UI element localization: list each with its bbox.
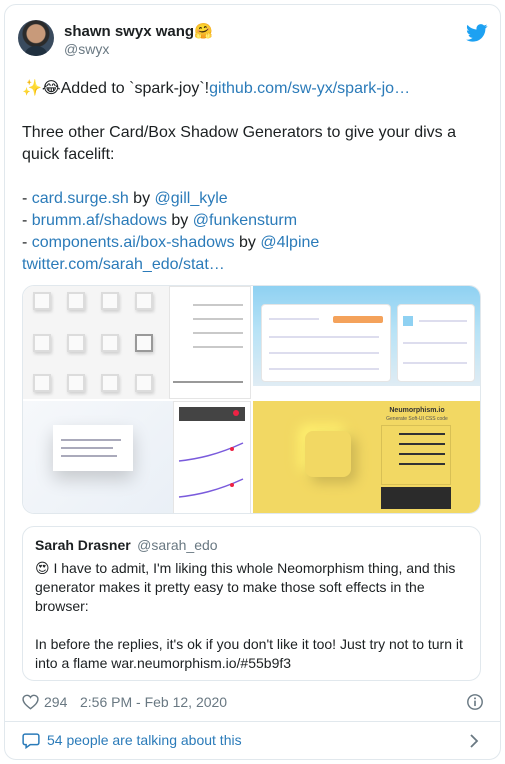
by-text: by xyxy=(166,212,193,229)
divider xyxy=(4,721,501,722)
tweet-header: shawn swyx wang🤗 @swyx xyxy=(18,20,488,62)
tweet-intro: Three other Card/Box Shadow Generators t… xyxy=(22,124,456,163)
timestamp[interactable]: 2:56 PM - Feb 12, 2020 xyxy=(80,694,227,710)
mention-gill-kyle[interactable]: @gill_kyle xyxy=(155,190,228,207)
by-text: by xyxy=(128,190,155,207)
media-image-neumorphism[interactable]: Neumorphism.io Generate Soft-UI CSS code xyxy=(253,401,480,513)
tweet-line-1: ✨😂Added to `spark-joy`!github.com/sw-yx/… xyxy=(22,78,487,100)
talking-count-link[interactable]: 54 people are talking about this xyxy=(47,732,242,748)
list-bullet: - xyxy=(22,190,32,207)
list-bullet: - xyxy=(22,234,32,251)
mention-funkensturm[interactable]: @funkensturm xyxy=(193,212,297,229)
components-ai-link[interactable]: components.ai/box-shadows xyxy=(32,234,235,251)
list-bullet: - xyxy=(22,212,32,229)
quoted-tweet-link[interactable]: twitter.com/sarah_edo/stat… xyxy=(22,256,225,273)
card-surge-link[interactable]: card.surge.sh xyxy=(32,190,129,207)
like-count[interactable]: 294 xyxy=(44,694,67,710)
quoted-author-handle: @sarah_edo xyxy=(137,537,218,553)
media-grid[interactable]: Neumorphism.io Generate Soft-UI CSS code xyxy=(22,285,481,514)
tweet-line-1-text: ✨😂Added to `spark-joy`! xyxy=(22,80,210,97)
twitter-bird-icon[interactable] xyxy=(466,24,488,42)
neumorphism-title: Neumorphism.io xyxy=(389,407,445,414)
heart-icon[interactable] xyxy=(22,694,39,710)
quoted-author-name: Sarah Drasner xyxy=(35,537,131,553)
media-image-card-surge[interactable] xyxy=(23,286,251,399)
mention-4lpine[interactable]: @4lpine xyxy=(260,234,319,251)
avatar[interactable] xyxy=(18,20,54,56)
quoted-tweet-header: Sarah Drasner @sarah_edo xyxy=(35,537,468,555)
quoted-paragraph-2: In before the replies, it's ok if you do… xyxy=(35,636,463,671)
media-image-components-ai[interactable] xyxy=(23,401,251,513)
quoted-tweet-body: 😍 I have to admit, I'm liking this whole… xyxy=(35,559,468,673)
quoted-paragraph-1: 😍 I have to admit, I'm liking this whole… xyxy=(35,560,456,614)
chevron-right-icon[interactable] xyxy=(468,733,480,749)
tweet-body: ✨😂Added to `spark-joy`!github.com/sw-yx/… xyxy=(22,78,487,276)
conversation-footer[interactable]: 54 people are talking about this xyxy=(22,731,484,751)
tweet-meta: 294 2:56 PM - Feb 12, 2020 xyxy=(22,693,484,713)
media-image-brumm-shadows[interactable] xyxy=(253,286,480,399)
list-item: - components.ai/box-shadows by @4lpine xyxy=(22,232,487,254)
author-name[interactable]: shawn swyx wang🤗 xyxy=(64,22,213,40)
neumorphism-subtitle: Generate Soft-UI CSS code xyxy=(386,416,448,422)
spark-joy-link[interactable]: github.com/sw-yx/spark-jo… xyxy=(209,80,410,97)
brumm-shadows-link[interactable]: brumm.af/shadows xyxy=(32,212,167,229)
chat-bubble-icon xyxy=(22,733,40,749)
author-handle[interactable]: @swyx xyxy=(64,41,109,57)
info-icon[interactable] xyxy=(466,693,484,711)
list-item: - brumm.af/shadows by @funkensturm xyxy=(22,210,487,232)
by-text: by xyxy=(234,234,261,251)
quoted-tweet[interactable]: Sarah Drasner @sarah_edo 😍 I have to adm… xyxy=(22,526,481,681)
list-item: - card.surge.sh by @gill_kyle xyxy=(22,188,487,210)
